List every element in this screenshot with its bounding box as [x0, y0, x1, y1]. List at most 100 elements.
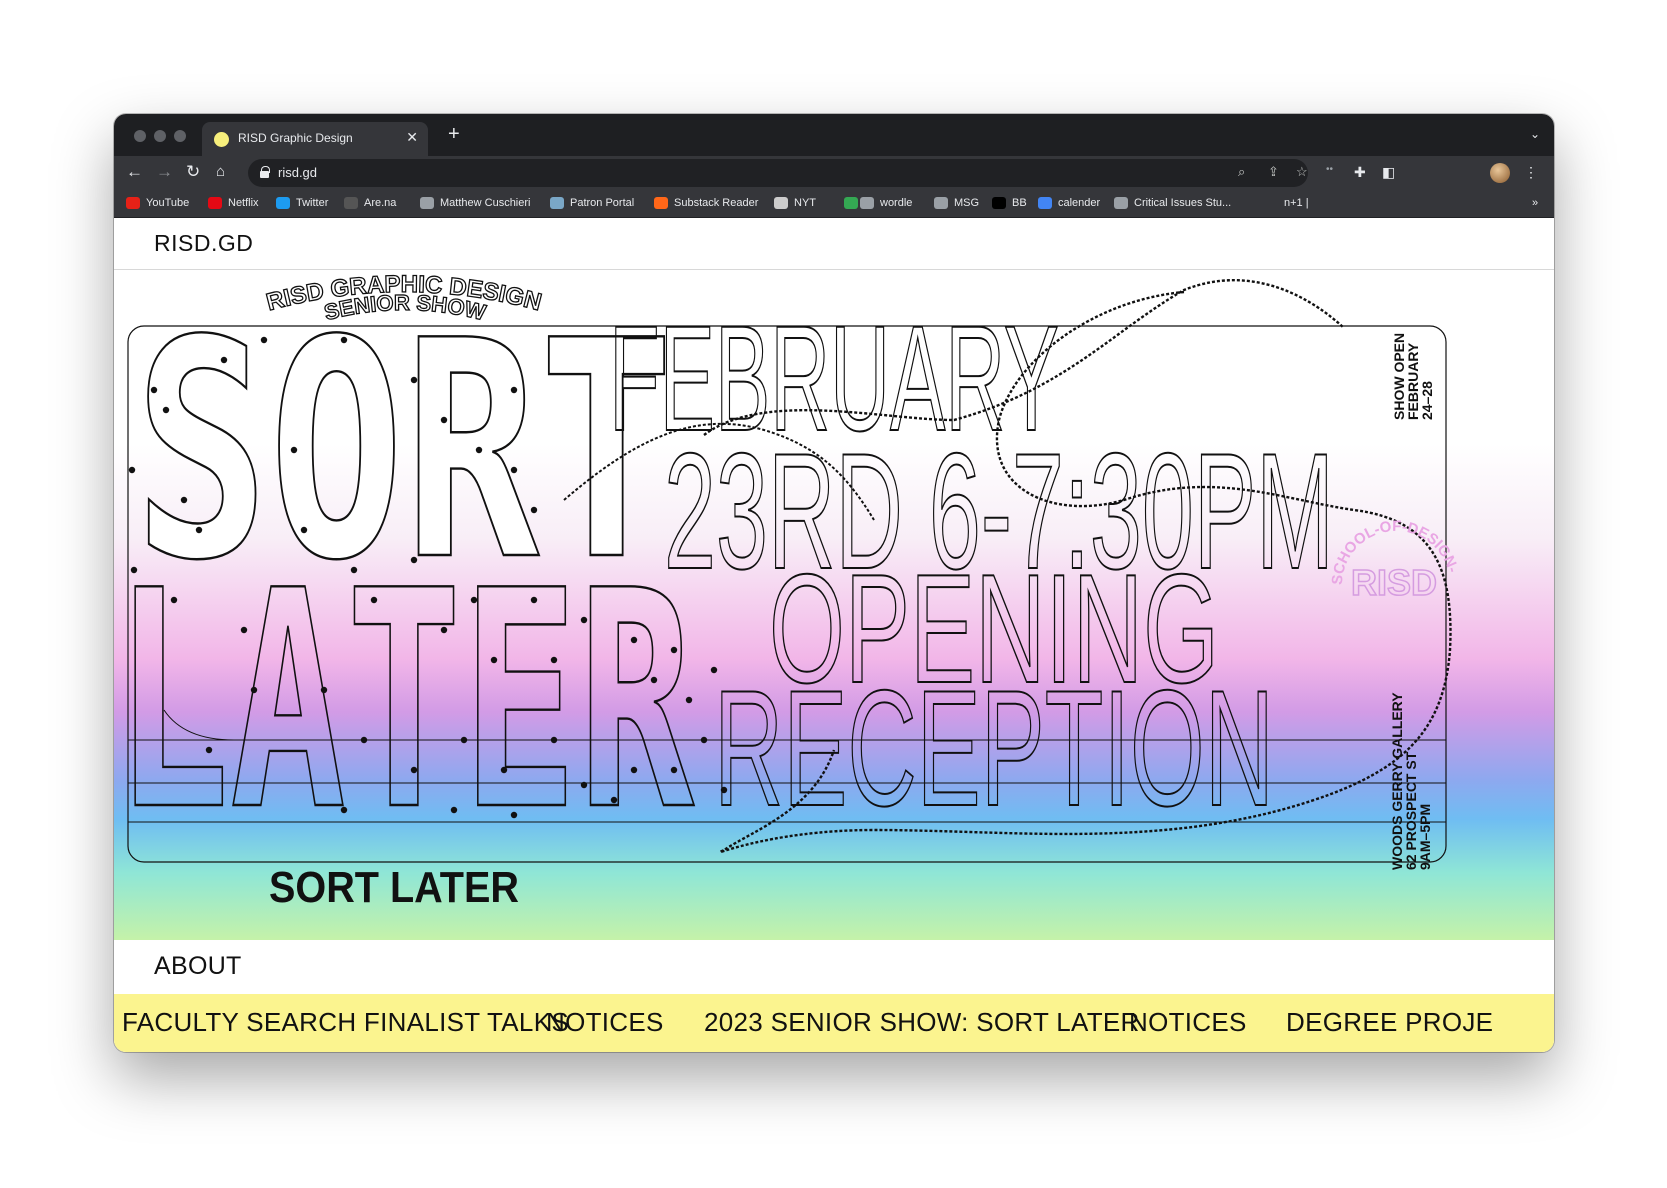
chevron-down-icon[interactable]: ⌄	[1530, 127, 1540, 141]
avatar[interactable]	[1490, 163, 1510, 183]
menu-icon[interactable]: ⋮	[1524, 164, 1538, 181]
twitter-icon	[276, 197, 290, 209]
bb-icon	[992, 197, 1006, 209]
dot	[460, 736, 468, 744]
close-window-button[interactable]	[134, 130, 146, 142]
dot	[650, 676, 658, 684]
bookmark-critical-issues-stu[interactable]: Critical Issues Stu...	[1114, 197, 1231, 209]
dot	[685, 696, 693, 704]
dot	[260, 336, 268, 344]
bookmark-n-1[interactable]: n+1 |	[1284, 197, 1309, 209]
bookmark-label: YouTube	[146, 197, 190, 209]
bookmark-label: NYT	[794, 197, 816, 209]
dot	[290, 446, 298, 454]
site-header: RISD.GD	[114, 218, 1554, 270]
bookmark-are-na[interactable]: Are.na	[344, 197, 396, 209]
dot	[500, 766, 508, 774]
dot	[510, 386, 518, 394]
globe-icon	[1114, 197, 1128, 209]
netflix-icon	[208, 197, 222, 209]
sidebar-icon[interactable]: ◧	[1382, 164, 1395, 181]
nyt-icon	[774, 197, 788, 209]
bookmark-bb[interactable]: BB	[992, 197, 1027, 209]
senior-show-poster[interactable]: RISD GRAPHIC DESIGN SENIOR SHOW SORT LAT…	[114, 270, 1554, 940]
ticker-item[interactable]: NOTICES	[1129, 1007, 1247, 1038]
bookmark-drive[interactable]	[844, 197, 858, 209]
star-icon[interactable]: ☆	[1296, 164, 1308, 180]
dot	[220, 356, 228, 364]
ticker-item[interactable]: FACULTY SEARCH FINALIST TALKS	[122, 1007, 569, 1038]
news-ticker: FACULTY SEARCH FINALIST TALKS NOTICES 2023…	[114, 994, 1554, 1052]
ticker-item[interactable]: DEGREE PROJE	[1286, 1007, 1493, 1038]
globe-icon	[420, 197, 434, 209]
dot	[130, 566, 138, 574]
globe-icon	[860, 197, 874, 209]
bookmark-label: wordle	[880, 197, 913, 209]
bookmark-patron-portal[interactable]: Patron Portal	[550, 197, 634, 209]
dot	[670, 646, 678, 654]
more-bookmarks-button[interactable]: »	[1532, 197, 1538, 209]
arena-icon	[344, 197, 358, 209]
bookmark-label: Matthew Cuschieri	[440, 197, 531, 209]
site-logo[interactable]: RISD.GD	[154, 230, 253, 257]
dot	[610, 796, 618, 804]
puzzle-icon[interactable]: ✚	[1354, 164, 1366, 181]
bookmarks-bar: YouTube Netflix Twitter Are.na Matthew Cusch…	[114, 190, 1554, 218]
dot	[440, 626, 448, 634]
bookmark-matthew-cuschieri[interactable]: Matthew Cuschieri	[420, 197, 530, 209]
share-icon[interactable]: ⇪	[1268, 164, 1279, 180]
bookmark-label: BB	[1012, 197, 1027, 209]
dot	[370, 596, 378, 604]
tab-risd-graphic-design[interactable]: RISD Graphic Design ✕	[202, 122, 428, 156]
tab-bar: RISD Graphic Design ✕ + ⌄	[114, 114, 1554, 156]
dot	[320, 686, 328, 694]
bookmark-twitter[interactable]: Twitter	[276, 197, 328, 209]
home-button[interactable]: ⌂	[216, 162, 225, 182]
favicon-icon	[214, 132, 229, 147]
lock-icon	[260, 166, 270, 178]
dot	[170, 596, 178, 604]
dot	[490, 656, 498, 664]
minimize-window-button[interactable]	[154, 130, 166, 142]
url-text: risd.gd	[278, 165, 318, 180]
reload-button[interactable]: ↻	[186, 162, 200, 182]
dot	[510, 466, 518, 474]
side-bottom-line-3: 9AM–5PM	[1417, 804, 1433, 870]
zoom-window-button[interactable]	[174, 130, 186, 142]
bookmark-youtube[interactable]: YouTube	[126, 197, 189, 209]
bookmark-label: Substack Reader	[674, 197, 759, 209]
dot	[350, 566, 358, 574]
side-info-bottom: WOODS GERRY GALLERY 62 PROSPECT ST 9AM–5…	[1389, 692, 1433, 870]
bookmark-label: Are.na	[364, 197, 397, 209]
forward-button[interactable]: →	[156, 162, 173, 182]
new-tab-button[interactable]: +	[448, 124, 460, 144]
dot	[360, 736, 368, 744]
drive-icon	[844, 197, 858, 209]
bookmark-substack-reader[interactable]: Substack Reader	[654, 197, 758, 209]
dot	[530, 506, 538, 514]
bookmark-nyt[interactable]: NYT	[774, 197, 816, 209]
bookmark-label: MSG	[954, 197, 980, 209]
bookmark-msg[interactable]: MSG	[934, 197, 979, 209]
address-bar[interactable]: risd.gd ⌕ ⇪ ☆	[248, 159, 1308, 187]
dot	[510, 811, 518, 819]
close-icon[interactable]: ✕	[406, 129, 418, 146]
extension-dots-icon[interactable]: ••	[1326, 164, 1333, 175]
dot	[410, 376, 418, 384]
back-button[interactable]: ←	[126, 162, 143, 182]
dot	[475, 446, 483, 454]
substack-icon	[654, 197, 668, 209]
about-link[interactable]: ABOUT	[154, 952, 242, 981]
bookmark-label: Twitter	[296, 197, 329, 209]
title-later: LATER	[114, 527, 695, 876]
dot	[440, 416, 448, 424]
dot	[340, 336, 348, 344]
bookmark-netflix[interactable]: Netflix	[208, 197, 259, 209]
ticker-item[interactable]: 2023 SENIOR SHOW: SORT LATER	[704, 1007, 1140, 1038]
web-page: RISD.GD RISD GRAPHIC DESIGN SENIOR SHOW …	[114, 218, 1554, 1052]
bookmark-calender[interactable]: calender	[1038, 197, 1100, 209]
dot	[300, 526, 308, 534]
zoom-icon[interactable]: ⌕	[1238, 164, 1245, 180]
bookmark-wordle[interactable]: wordle	[860, 197, 912, 209]
ticker-item[interactable]: NOTICES	[546, 1007, 664, 1038]
